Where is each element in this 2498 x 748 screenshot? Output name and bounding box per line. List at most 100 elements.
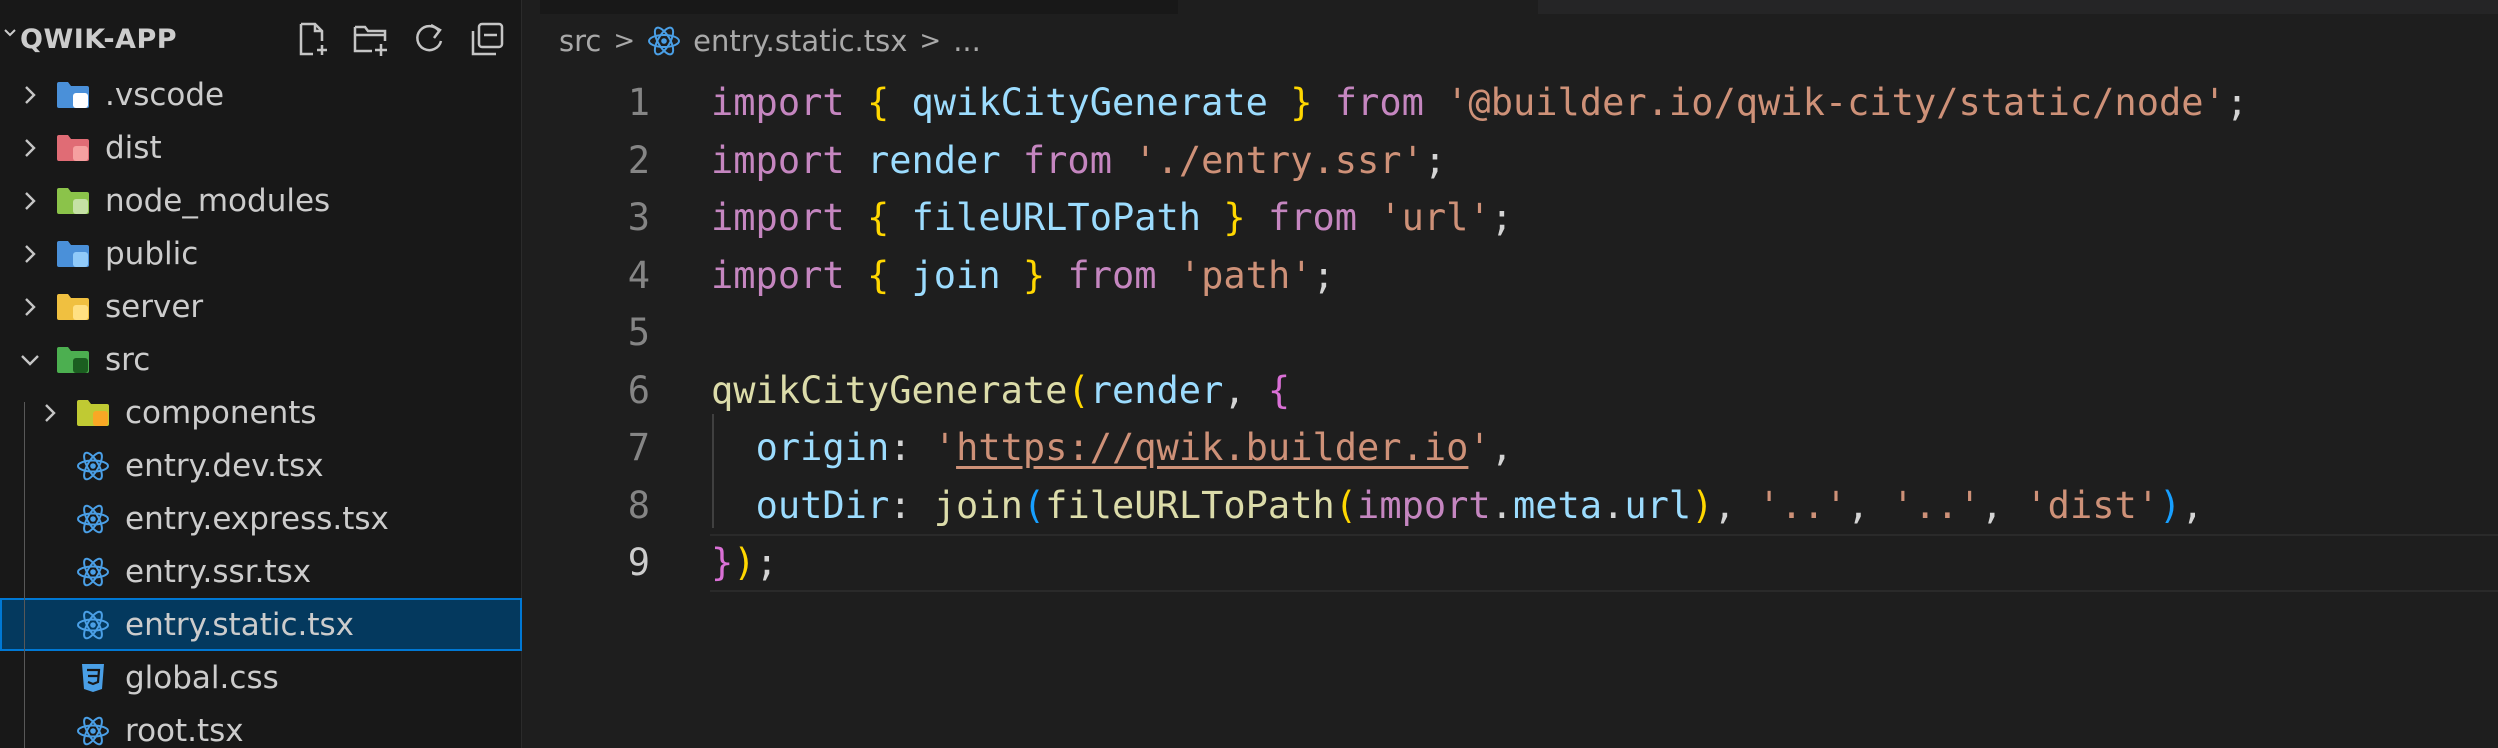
code-token: ; [1490,196,1513,239]
code-line[interactable]: 7 origin: 'https://qwik.builder.io', [522,419,2498,477]
collapse-all-button[interactable] [466,18,508,60]
react-icon [77,451,109,481]
line-number: 4 [627,253,650,297]
folder-item[interactable]: server [0,280,522,333]
code-token: import [711,81,845,124]
tree-item-label: components [125,395,317,431]
code-token: 'dist' [2025,483,2160,527]
chevron-right-icon[interactable] [19,243,41,265]
line-number: 1 [627,81,650,124]
code-line[interactable]: 4 import { join } from 'path'; [522,247,2498,305]
code-line[interactable]: 5 [522,304,2498,362]
collapse-all-icon [471,22,504,56]
file-item[interactable]: entry.static.tsx [0,598,522,651]
chevron-right-icon[interactable] [19,296,41,318]
line-number: 5 [627,311,650,354]
code-line[interactable]: 2 import render from './entry.ssr'; [522,132,2498,190]
chevron-down-icon[interactable] [19,349,41,371]
chevron-right-icon[interactable] [19,190,41,212]
current-line-highlight [710,534,2498,592]
refresh-button[interactable] [408,18,450,60]
file-item[interactable]: entry.express.tsx [0,492,522,545]
code-token: render [866,138,1001,182]
code-token: url [1624,483,1692,527]
tree-item-label: entry.express.tsx [125,501,389,537]
folder-item[interactable]: src [0,333,522,386]
new-folder-button[interactable] [350,18,392,60]
line-number: 9 [627,541,650,584]
file-item[interactable]: global.css [0,651,522,704]
chevron-right-icon: > [613,26,636,56]
react-icon [77,610,109,640]
code-token: '..' [1891,483,1981,527]
tree-item-label: entry.dev.tsx [125,448,324,484]
line-code: import { fileURLToPath } from 'url'; [711,189,1513,247]
tab-strip-left [540,0,1178,14]
code-token: ( [1334,483,1358,527]
line-code: qwikCityGenerate(render, { [711,362,1290,420]
chevron-right-icon[interactable] [39,402,61,424]
code-token: ; [755,541,778,584]
line-number: 6 [627,368,650,412]
folder-item[interactable]: dist [0,121,522,174]
explorer-title: QWIK-APP [20,24,178,55]
folder-item[interactable]: node_modules [0,174,522,227]
code-token: ) [733,541,756,584]
code-token: ) [2159,483,2182,527]
code-token: : [889,483,934,527]
code-token: from [1022,138,1112,182]
chevron-right-icon[interactable] [19,84,41,106]
code-token: fileURLToPath [1045,483,1335,527]
react-icon [648,26,681,56]
code-token: import [711,196,845,239]
code-line[interactable]: 3 import { fileURLToPath } from 'url'; [522,189,2498,247]
breadcrumb-symbols[interactable]: ... [953,24,981,58]
breadcrumb: src > entry.static.tsx > ... [559,21,981,61]
folder-item[interactable]: .vscode [0,68,522,121]
folder-item[interactable]: components [0,386,522,439]
tree-item-label: .vscode [105,77,225,113]
file-item[interactable]: entry.ssr.tsx [0,545,522,598]
file-item[interactable]: entry.dev.tsx [0,439,522,492]
chevron-down-icon[interactable] [3,26,17,40]
vscode-folder-icon [57,82,89,108]
tree-item-label: dist [105,130,162,166]
react-icon [77,557,109,587]
code-token: '@builder.io/qwik-city/static/node' [1446,81,2226,124]
code-token: { [1267,368,1291,412]
code-line[interactable]: 9}); [522,534,2498,592]
code-line[interactable]: 8 outDir: join(fileURLToPath(import.meta… [522,477,2498,535]
code-token: './entry.ssr' [1134,138,1424,182]
line-number: 2 [627,138,650,182]
node-modules-folder-icon [57,188,89,214]
code-token: 'path' [1178,253,1313,297]
new-file-button[interactable] [292,18,334,60]
chevron-right-icon[interactable] [19,137,41,159]
code-token: import [711,138,845,182]
code-token: render [1089,368,1224,412]
code-editor[interactable]: 1 import { qwikCityGenerate } from '@buil… [522,68,2498,748]
code-line[interactable]: 1 import { qwikCityGenerate } from '@buil… [522,74,2498,132]
code-token: ) [1691,483,1714,527]
folder-item[interactable]: public [0,227,522,280]
dist-folder-icon [57,135,89,161]
breadcrumb-file[interactable]: entry.static.tsx [693,24,907,58]
code-token: { [866,196,890,239]
code-line[interactable]: 6 qwikCityGenerate(render, { [522,362,2498,420]
breadcrumb-folder[interactable]: src [559,24,601,58]
line-code: }); [711,534,778,592]
code-token: import [1357,483,1491,527]
file-item[interactable]: root.tsx [0,704,522,748]
refresh-icon [416,23,443,52]
